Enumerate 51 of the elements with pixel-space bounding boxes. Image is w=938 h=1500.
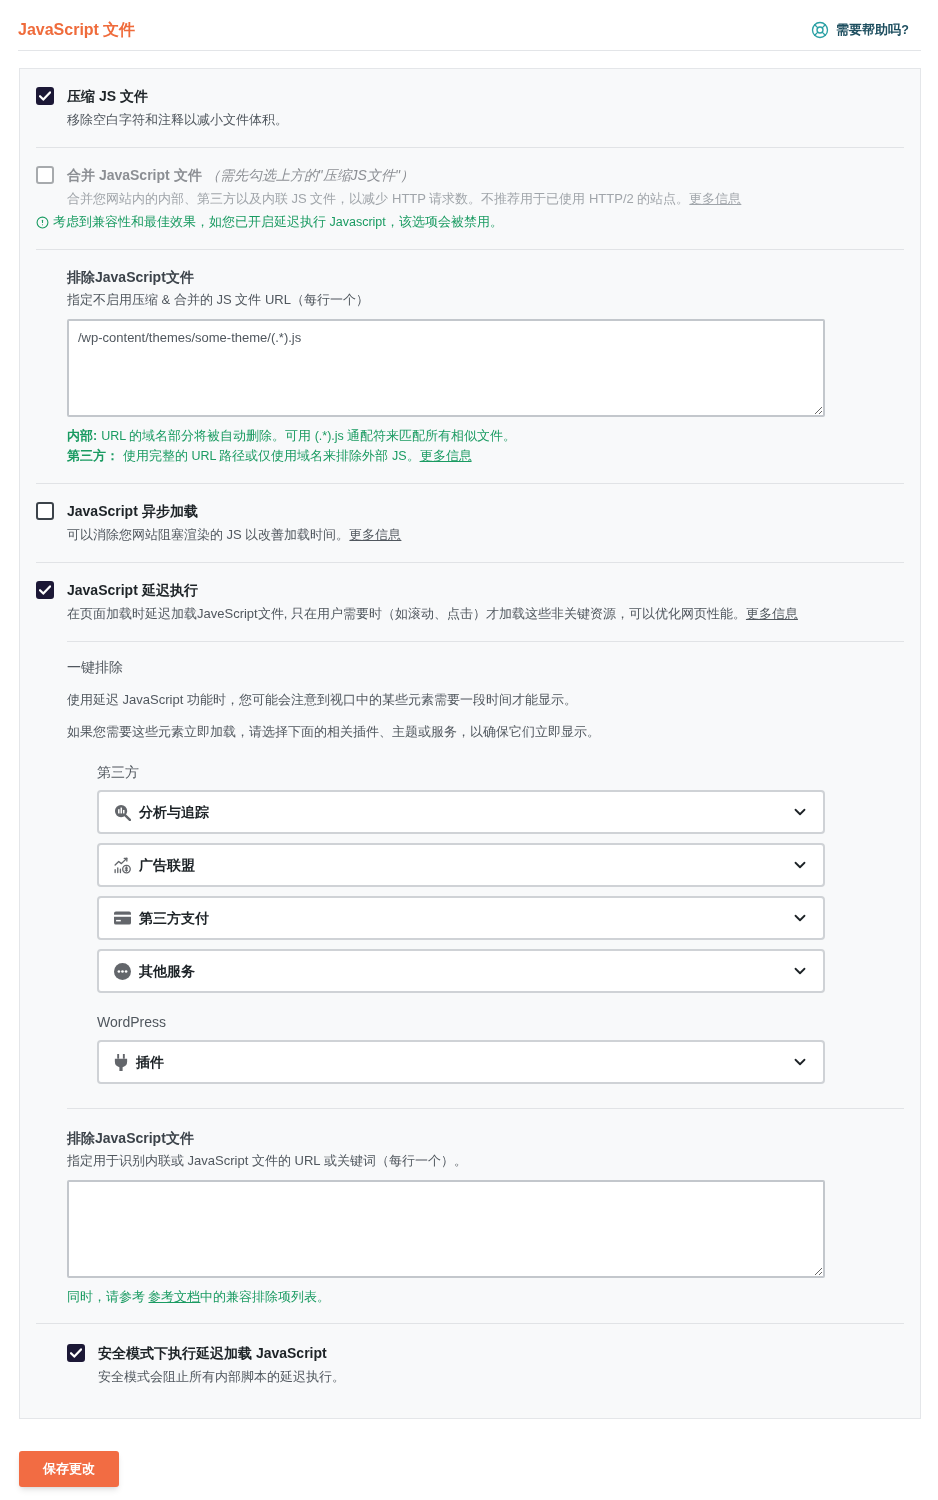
setting-label: JavaScript 延迟执行 [67,581,198,600]
setting-label: 合并 JavaScript 文件 [67,166,202,185]
textarea-field[interactable] [67,1180,825,1278]
paragraph: 如果您需要这些元素立即加载，请选择下面的相关插件、主题或服务，以确保它们立即显示。 [67,723,601,741]
checkmark-icon [39,585,51,595]
textarea-field[interactable]: /wp-content/themes/some-theme/(.*).js [67,319,825,417]
field-label: 排除JavaScript文件 [67,268,195,287]
lifebuoy-icon [811,21,830,39]
hint-text: 同时，请参考 参考文档中的兼容排除项列表。 [67,1289,332,1306]
help-link[interactable]: 需要帮助吗? [811,20,909,40]
alert-icon [36,215,49,229]
setting-description: 安全模式会阻止所有内部脚本的延迟执行。 [98,1368,346,1386]
inline-link[interactable]: 更多信息 [419,449,472,463]
accordion-header[interactable]: 广告联盟 [97,843,825,887]
setting-description: 可以消除您网站阻塞渲染的 JS 以改善加载时间。更多信息 [67,526,403,544]
more-dots-icon [114,962,131,980]
checkbox[interactable] [67,1344,85,1362]
chart-coin-icon [114,856,131,874]
accordion-header[interactable]: 分析与追踪 [97,790,825,834]
field-label: 排除JavaScript文件 [67,1129,195,1148]
inline-link[interactable]: 更多信息 [349,527,402,542]
page-title: JavaScript 文件 [18,20,136,40]
checkbox[interactable] [36,581,54,599]
hint-text: 内部: URL 的域名部分将被自动删除。可用 (.*).js 通配符来匹配所有相似文件。 [67,428,518,445]
setting-description: 在页面加载时延迟加载JaveScript文件, 只在用户需要时（如滚动、点击）才加载这些非关键资源，可以优化网页性能。更多信息 [67,605,799,623]
inline-link[interactable]: 参考文档 [148,1290,201,1304]
section-title: 一键排除 [67,658,124,677]
accordion-header[interactable]: 第三方支付 [97,896,825,940]
credit-card-icon [114,911,131,925]
setting-label: 压缩 JS 文件 [67,87,148,106]
checkbox[interactable] [36,502,54,520]
group-label: WordPress [97,1013,167,1032]
group-label: 第三方 [97,763,140,782]
setting-label: 安全模式下执行延迟加载 JavaScript [98,1344,327,1363]
setting-description: 合并您网站内的内部、第三方以及内联 JS 文件，以减少 HTTP 请求数。不推荐用于已使用 HTTP/2 的站点。更多信息 [67,190,743,208]
setting-label: JavaScript 异步加载 [67,502,198,521]
hint-text: 第三方： 使用完整的 URL 路径或仅使用域名来排除外部 JS。更多信息 [67,447,473,465]
plug-icon [114,1053,128,1071]
accordion-header[interactable]: 插件 [97,1040,825,1084]
accordion-header[interactable]: 其他服务 [97,949,825,993]
checkbox[interactable] [36,87,54,105]
checkmark-icon [39,91,51,101]
setting-description: 移除空白字符和注释以减小文件体积。 [67,111,289,129]
inline-link[interactable]: 更多信息 [745,606,798,621]
paragraph: 使用延迟 JavaScript 功能时，您可能会注意到视口中的某些元素需要一段时间才能显示。 [67,691,578,709]
field-description: 指定不启用压缩 & 合并的 JS 文件 URL（每行一个） [67,291,370,309]
setting-note: （需先勾选上方的"压缩JS文件"） [205,166,414,185]
magnifier-chart-icon [114,803,131,821]
warning-text: 考虑到兼容性和最佳效果，如您已开启延迟执行 Javascript，该选项会被禁用。 [53,214,503,231]
field-description: 指定用于识别内联或 JavaScript 文件的 URL 或关键词（每行一个）。 [67,1152,468,1170]
checkmark-icon [70,1348,82,1358]
